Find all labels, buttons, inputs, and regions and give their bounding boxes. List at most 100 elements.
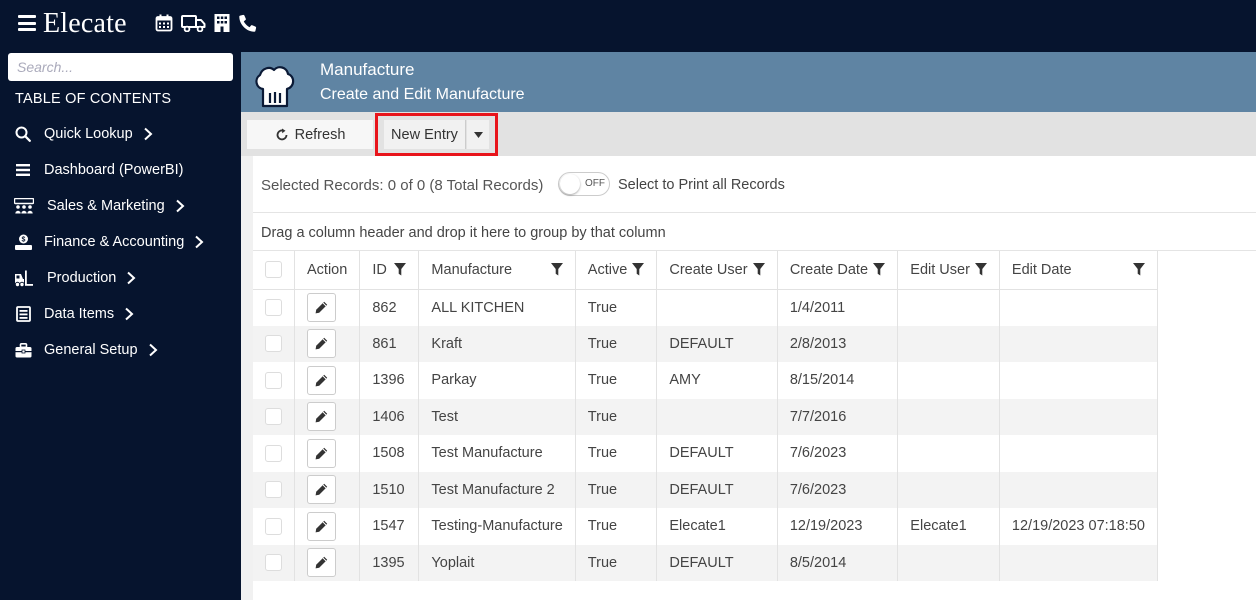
edit-button[interactable] (307, 438, 336, 468)
cell-manufacture: Test Manufacture 2 (418, 471, 576, 508)
row-checkbox[interactable] (265, 554, 282, 572)
sidebar-item-finance-accounting[interactable]: $ Finance & Accounting (0, 224, 241, 260)
select-all-checkbox[interactable] (265, 261, 282, 279)
row-select-cell (253, 398, 295, 435)
pencil-icon (315, 338, 328, 350)
truck-icon[interactable] (180, 13, 206, 33)
row-checkbox[interactable] (265, 481, 282, 499)
cell-create-date: 1/4/2011 (777, 289, 899, 326)
row-checkbox[interactable] (265, 371, 282, 389)
edit-button[interactable] (307, 402, 336, 432)
manufacture-grid: Action ID Manufacture Active Create User… (253, 251, 1159, 581)
sidebar-item-quick-lookup[interactable]: Quick Lookup (0, 116, 241, 152)
refresh-icon (276, 128, 288, 140)
records-panel: Selected Records: 0 of 0 (8 Total Record… (253, 156, 1256, 600)
cell-active: True (575, 325, 658, 362)
new-entry-button[interactable]: New Entry (384, 120, 466, 149)
cell-create-date: 12/19/2023 (777, 508, 899, 545)
cell-edit-date (999, 289, 1159, 326)
new-entry-dropdown-button[interactable] (467, 120, 489, 149)
row-checkbox[interactable] (265, 408, 282, 426)
chevron-right-icon (127, 271, 136, 285)
refresh-label: Refresh (294, 126, 346, 143)
column-header-action: Action (294, 251, 361, 289)
table-row: 1510 Test Manufacture 2 True DEFAULT 7/6… (253, 471, 1159, 508)
filter-icon[interactable] (550, 263, 563, 276)
edit-button[interactable] (307, 475, 336, 505)
cell-create-user: DEFAULT (656, 325, 778, 362)
column-header-manufacture[interactable]: Manufacture (418, 251, 576, 289)
app-logo[interactable]: Elecate (43, 8, 127, 40)
header-label: Create User (669, 261, 748, 278)
action-cell (294, 435, 361, 472)
sidebar-item-production[interactable]: Production (0, 260, 241, 296)
column-header-edit-date[interactable]: Edit Date (999, 251, 1159, 289)
table-row: 1547 Testing-Manufacture True Elecate1 1… (253, 508, 1159, 545)
column-header-create-user[interactable]: Create User (656, 251, 778, 289)
cell-manufacture: Parkay (418, 362, 576, 399)
chef-hat-icon (255, 66, 295, 108)
filter-icon[interactable] (394, 263, 407, 276)
row-checkbox[interactable] (265, 335, 282, 353)
column-header-active[interactable]: Active (575, 251, 658, 289)
grid-header-row: Action ID Manufacture Active Create User… (253, 251, 1159, 289)
group-by-drop-zone[interactable]: Drag a column header and drop it here to… (253, 213, 1256, 251)
cell-manufacture: Test (418, 398, 576, 435)
cell-edit-date (999, 471, 1159, 508)
phone-icon[interactable] (238, 13, 258, 33)
print-all-toggle[interactable]: OFF (558, 172, 610, 196)
edit-button[interactable] (307, 293, 336, 322)
search-input[interactable] (8, 53, 233, 81)
row-checkbox[interactable] (265, 517, 282, 535)
cell-active: True (575, 289, 658, 326)
column-header-create-date[interactable]: Create Date (777, 251, 899, 289)
filter-icon[interactable] (632, 263, 645, 276)
building-icon[interactable] (212, 13, 232, 33)
cell-edit-date (999, 544, 1159, 581)
filter-icon[interactable] (752, 263, 765, 276)
header-label: ID (372, 261, 387, 278)
edit-button[interactable] (307, 511, 336, 541)
cell-create-user: AMY (656, 362, 778, 399)
chevron-right-icon (175, 199, 185, 213)
pencil-icon (315, 484, 328, 496)
cell-create-date: 7/6/2023 (777, 435, 899, 472)
header-label: Create Date (789, 261, 869, 278)
calendar-icon[interactable] (154, 13, 174, 33)
row-select-cell (253, 435, 295, 472)
cell-id: 1508 (359, 435, 420, 472)
cell-create-user (656, 398, 778, 435)
pencil-icon (315, 447, 328, 460)
filter-icon[interactable] (873, 263, 886, 276)
sidebar-item-dashboard[interactable]: Dashboard (PowerBI) (0, 152, 241, 188)
row-checkbox[interactable] (265, 299, 282, 316)
toolbox-icon (14, 341, 32, 359)
main-content: Manufacture Create and Edit Manufacture … (241, 52, 1256, 600)
sidebar-item-data-items[interactable]: Data Items (0, 296, 241, 332)
edit-button[interactable] (307, 548, 336, 578)
cell-create-date: 2/8/2013 (777, 325, 899, 362)
cell-create-user: Elecate1 (656, 508, 778, 545)
people-group-icon (14, 197, 34, 215)
edit-button[interactable] (307, 329, 336, 359)
column-header-id[interactable]: ID (359, 251, 420, 289)
filter-icon[interactable] (974, 263, 987, 276)
edit-button[interactable] (307, 365, 336, 395)
table-row: 1406 Test True 7/7/2016 (253, 398, 1159, 435)
filter-icon[interactable] (1133, 263, 1145, 276)
refresh-button[interactable]: Refresh (247, 120, 373, 149)
svg-text:$: $ (21, 237, 25, 244)
row-checkbox[interactable] (265, 444, 282, 462)
cell-edit-user (897, 362, 1000, 399)
cell-edit-user (897, 325, 1000, 362)
action-cell (294, 544, 361, 581)
cell-manufacture: ALL KITCHEN (418, 289, 576, 326)
sidebar-item-general-setup[interactable]: General Setup (0, 332, 241, 368)
sidebar-item-label: Production (47, 270, 117, 286)
sidebar: TABLE OF CONTENTS Quick Lookup Dashboard… (0, 52, 241, 600)
sidebar-item-sales-marketing[interactable]: Sales & Marketing (0, 188, 241, 224)
column-header-edit-user[interactable]: Edit User (897, 251, 1000, 289)
hamburger-menu-icon[interactable] (18, 15, 36, 31)
print-all-label: Select to Print all Records (618, 177, 785, 193)
cell-edit-user: Elecate1 (897, 508, 1000, 545)
